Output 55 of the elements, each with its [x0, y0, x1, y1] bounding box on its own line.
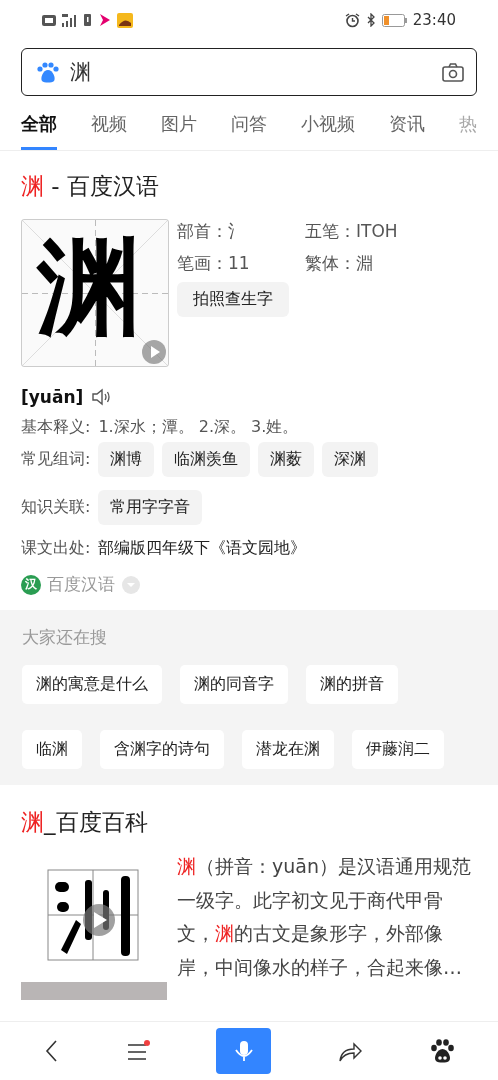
bluetooth-icon	[365, 13, 376, 27]
signal-icon	[62, 13, 77, 27]
field-label: 基本释义:	[21, 417, 91, 438]
suggestion-chip[interactable]: 含渊字的诗句	[100, 730, 224, 769]
suggestion-chip[interactable]: 临渊	[22, 730, 82, 769]
tab[interactable]: 问答	[231, 106, 267, 150]
back-icon[interactable]	[43, 1039, 60, 1063]
paw-logo-icon	[36, 61, 60, 83]
word-chip[interactable]: 临渊羡鱼	[162, 442, 251, 477]
fact-text: 繁体：淵	[305, 252, 374, 275]
speaker-icon[interactable]	[91, 387, 112, 407]
result-title[interactable]: 渊 - 百度汉语	[21, 171, 477, 202]
fact-text: 笔画：11	[177, 252, 251, 275]
camera-icon[interactable]	[442, 62, 464, 82]
word-chip[interactable]: 渊博	[98, 442, 155, 477]
suggestion-chip[interactable]: 伊藤润二	[352, 730, 444, 769]
tab[interactable]: 小视频	[301, 106, 355, 150]
fact-text: 五笔：ITOH	[305, 220, 398, 243]
result-title[interactable]: 渊_百度百科	[21, 807, 477, 838]
status-time: 23:40	[412, 11, 456, 29]
photo-lookup-button[interactable]: 拍照查生字	[177, 282, 289, 317]
battery-alert-icon	[83, 13, 92, 27]
app-icon	[117, 12, 133, 28]
fact-text: 部首：氵	[177, 220, 246, 243]
field-label: 常见组词:	[21, 449, 91, 470]
tab[interactable]: 资讯	[389, 106, 425, 150]
suggestion-chip[interactable]: 潜龙在渊	[242, 730, 334, 769]
voice-search-button[interactable]	[216, 1028, 272, 1074]
character-glyph: 渊	[37, 235, 141, 339]
field-label: 知识关联:	[21, 497, 91, 518]
word-chip[interactable]: 深渊	[322, 442, 379, 477]
textbook-link[interactable]: 部编版四年级下《语文园地》	[98, 538, 307, 559]
play-app-icon	[98, 13, 111, 27]
pinyin-text: [yuān]	[21, 387, 84, 407]
meaning-text: 1.深水；潭。 2.深。 3.姓。	[98, 417, 299, 438]
word-chip[interactable]: 渊薮	[258, 442, 315, 477]
section-heading: 大家还在搜	[22, 626, 108, 649]
hd-icon	[42, 13, 56, 27]
paw-icon[interactable]	[429, 1038, 455, 1064]
search-field[interactable]: 渊	[21, 48, 477, 96]
tab[interactable]: 视频	[91, 106, 127, 150]
microphone-icon	[234, 1040, 254, 1062]
knowledge-chip[interactable]: 常用字字音	[98, 490, 203, 525]
search-input[interactable]: 渊	[70, 60, 432, 84]
field-label: 课文出处:	[21, 538, 91, 559]
tab[interactable]: 全部	[21, 106, 57, 150]
suggestion-chip[interactable]: 渊的寓意是什么	[22, 665, 162, 704]
tab[interactable]: 图片	[161, 106, 197, 150]
battery-icon	[381, 13, 407, 27]
summary-text: 渊（拼音：yuān）是汉语通用规范一级字。此字初文见于商代甲骨文，渊的古文是象形字，外部像岸，中间像水的样子，合起来像…	[177, 854, 472, 980]
source-badge: 汉	[21, 574, 41, 595]
alarm-icon	[344, 12, 360, 28]
suggestion-chip[interactable]: 渊的同音字	[180, 665, 288, 704]
menu-icon[interactable]	[125, 1040, 150, 1062]
suggestion-chip[interactable]: 渊的拼音	[306, 665, 398, 704]
